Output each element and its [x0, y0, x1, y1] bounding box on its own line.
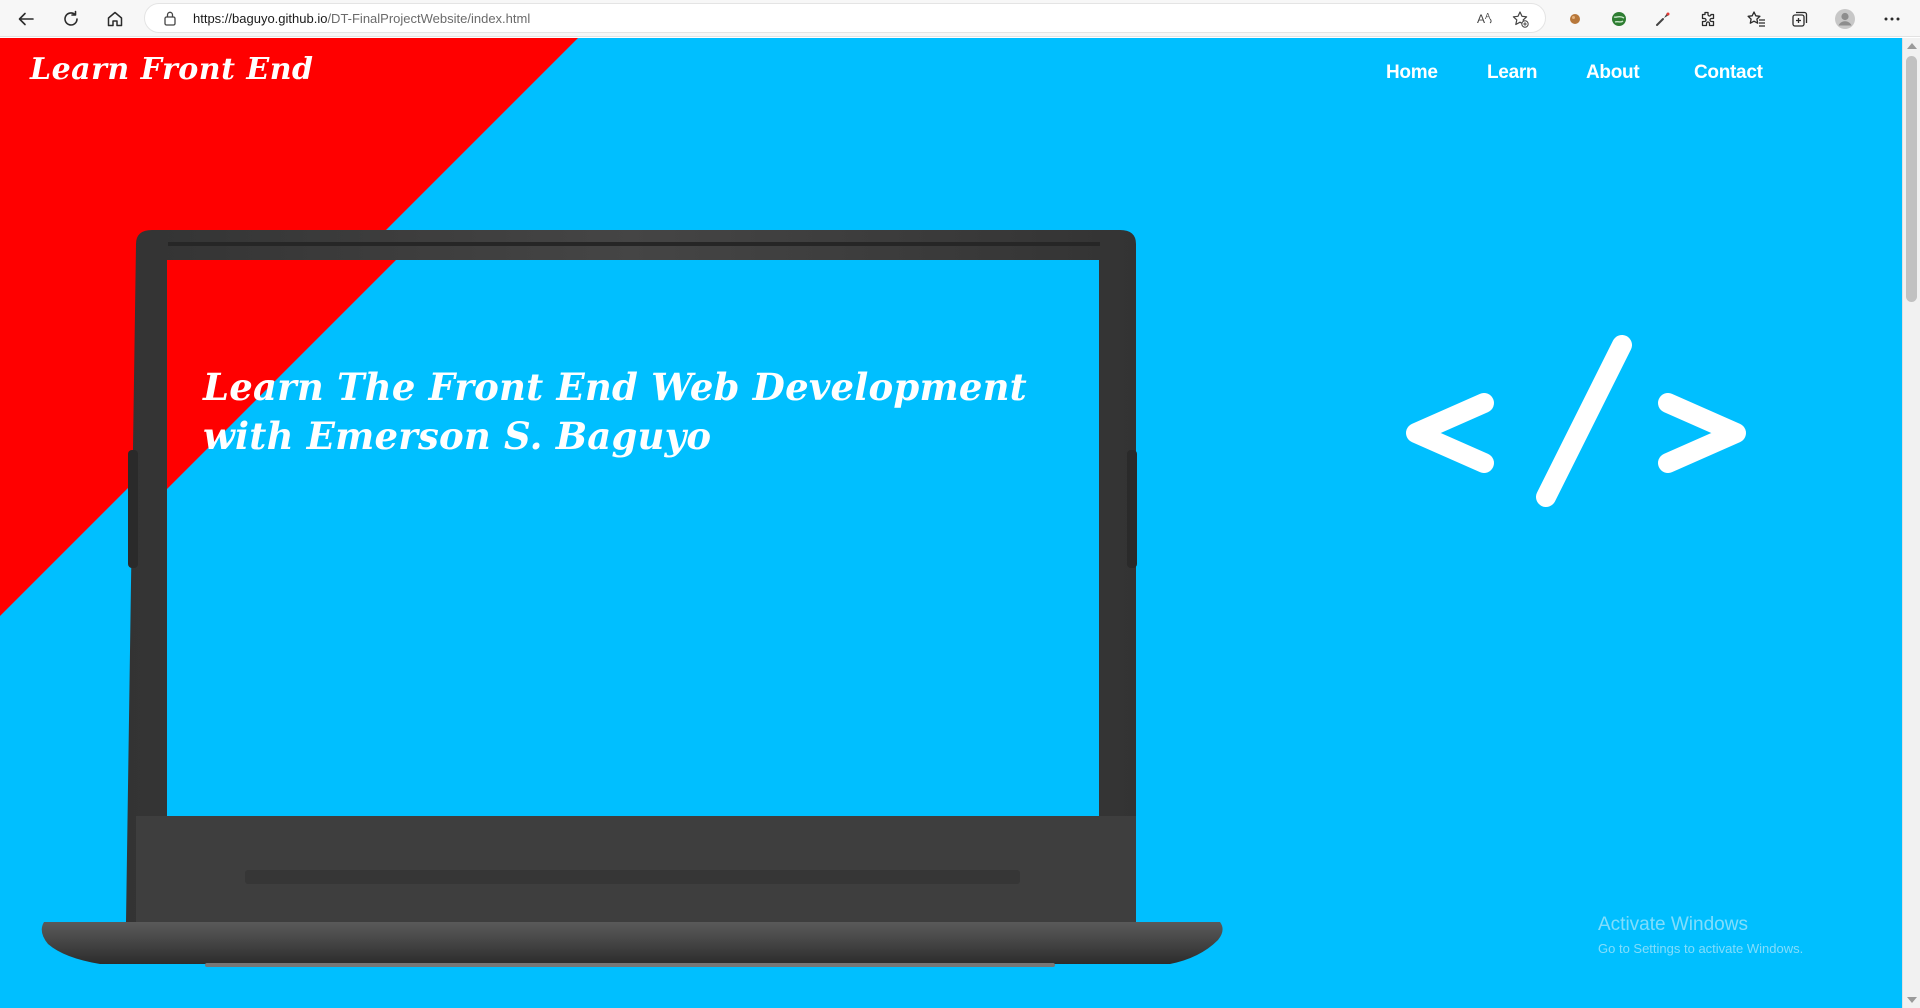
refresh-button[interactable]	[56, 4, 86, 33]
nav-about-link[interactable]: About	[1586, 62, 1640, 84]
nav-learn-link[interactable]: Learn	[1487, 62, 1538, 84]
nav-contact-link[interactable]: Contact	[1694, 62, 1763, 84]
url-text[interactable]: https://baguyo.github.io/DT-FinalProject…	[193, 11, 530, 26]
windows-activation-watermark: Activate Windows Go to Settings to activ…	[1598, 914, 1803, 956]
extension-icon	[1570, 13, 1580, 24]
favorites-button[interactable]	[1741, 4, 1771, 33]
svg-text:A: A	[1477, 12, 1485, 26]
more-icon	[1884, 17, 1900, 20]
read-aloud-icon[interactable]: AA	[1475, 8, 1497, 30]
scroll-down-icon[interactable]	[1907, 997, 1917, 1003]
home-icon	[107, 11, 123, 26]
watermark-title: Activate Windows	[1598, 914, 1748, 935]
headline-line-2: with Emerson S. Baguyo	[203, 414, 712, 458]
favorites-icon	[1747, 10, 1765, 27]
lock-icon[interactable]	[163, 10, 177, 31]
extension-icon	[1656, 12, 1670, 26]
extensions-icon	[1701, 11, 1715, 26]
extension-button-3[interactable]	[1648, 4, 1678, 33]
browser-toolbar: https://baguyo.github.io/DT-FinalProject…	[0, 0, 1920, 37]
extension-button-1[interactable]	[1560, 4, 1590, 33]
headline-line-1: Learn The Front End Web Development	[203, 365, 1027, 409]
url-path: /DT-FinalProjectWebsite/index.html	[327, 11, 531, 26]
profile-icon	[1835, 8, 1855, 29]
collections-icon	[1792, 11, 1808, 27]
collections-button[interactable]	[1785, 4, 1815, 33]
page-hero: Learn Front End Home Learn About Contact	[0, 38, 1902, 1008]
refresh-icon	[64, 10, 78, 26]
laptop-illustration	[41, 230, 1223, 967]
extension-button-2[interactable]	[1604, 4, 1634, 33]
home-button[interactable]	[100, 4, 130, 33]
extension-icon	[1612, 11, 1626, 26]
back-icon	[18, 12, 34, 25]
scroll-up-icon[interactable]	[1907, 43, 1917, 49]
more-button[interactable]	[1877, 4, 1907, 33]
site-logo[interactable]: Learn Front End	[30, 52, 314, 87]
hero-headline: Learn The Front End Web Development with…	[203, 363, 1063, 461]
extensions-button[interactable]	[1692, 4, 1722, 33]
page-scrollbar[interactable]	[1902, 38, 1920, 1008]
scrollbar-thumb[interactable]	[1906, 56, 1917, 302]
url-host: https://baguyo.github.io	[193, 11, 328, 26]
nav-home-link[interactable]: Home	[1386, 62, 1438, 84]
back-button[interactable]	[11, 4, 41, 33]
watermark-subtitle: Go to Settings to activate Windows.	[1598, 941, 1804, 956]
profile-button[interactable]	[1830, 4, 1860, 33]
code-icon	[1406, 335, 1746, 507]
main-nav: Home Learn About Contact	[1202, 62, 1902, 92]
add-favorite-icon[interactable]	[1509, 8, 1531, 30]
address-bar[interactable]: https://baguyo.github.io/DT-FinalProject…	[144, 3, 1546, 33]
